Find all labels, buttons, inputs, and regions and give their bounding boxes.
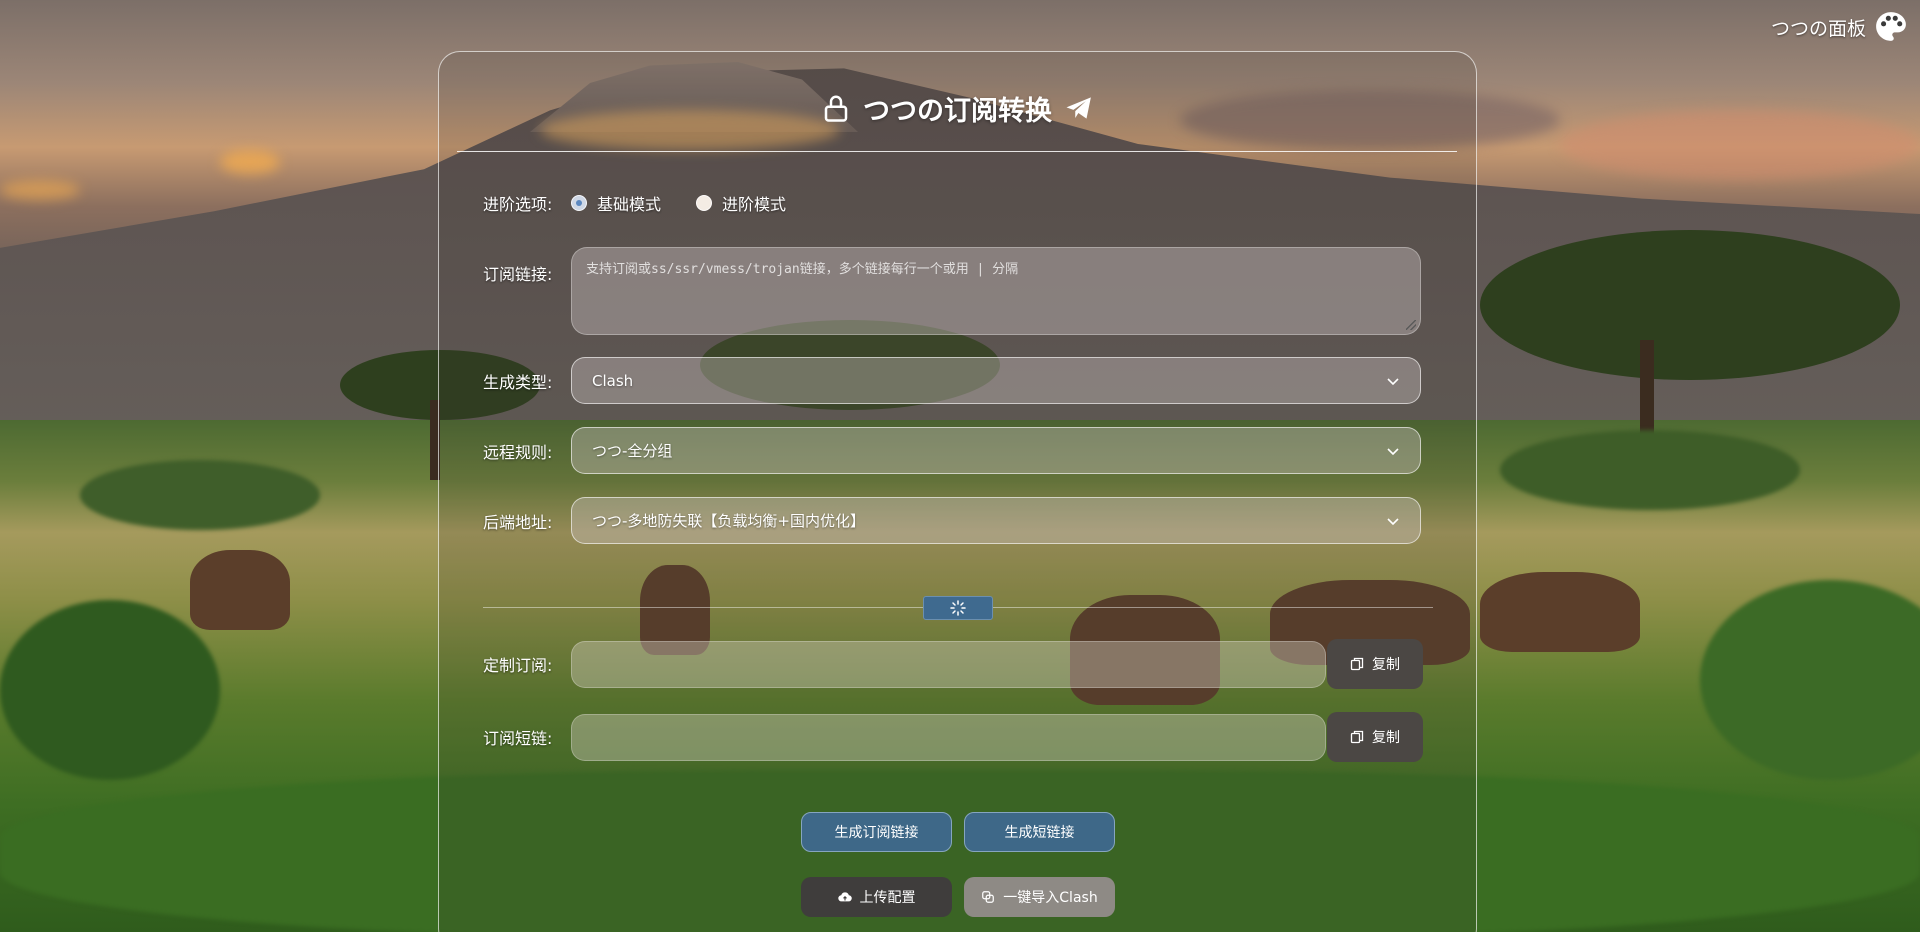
copy-label: 复制: [1372, 730, 1400, 746]
import-clash-label: 一键导入Clash: [1003, 890, 1098, 906]
subscription-label: 订阅链接:: [483, 265, 553, 284]
chevron-down-icon: [1387, 377, 1399, 385]
short-link-output[interactable]: [571, 713, 1326, 761]
upload-config-button[interactable]: 上传配置: [801, 877, 952, 917]
mode-label: 进阶选项:: [483, 195, 553, 214]
header-divider: [457, 151, 1457, 152]
copy-label: 复制: [1372, 657, 1400, 673]
radio-advanced-indicator[interactable]: [696, 195, 713, 211]
telegram-icon[interactable]: [1064, 93, 1094, 123]
target-row: 生成类型: Clash: [483, 357, 1421, 404]
remote-rules-value: つつ-全分组: [592, 442, 673, 460]
chevron-down-icon: [1387, 517, 1399, 525]
brand-link[interactable]: つつの面板: [1771, 10, 1908, 44]
converter-panel: つつの订阅转换 进阶选项: 基础模式 进阶模式 订阅链接: 支持订阅或ss/ss…: [438, 51, 1477, 932]
generate-short-button[interactable]: 生成短链接: [964, 812, 1115, 852]
short-link-row: 订阅短链: 复制: [483, 712, 1423, 762]
short-link-label: 订阅短链:: [483, 729, 553, 748]
chevron-down-icon: [1387, 447, 1399, 455]
upload-config-label: 上传配置: [859, 890, 916, 906]
target-value: Clash: [592, 371, 634, 390]
backend-label: 后端地址:: [483, 512, 553, 532]
subscription-placeholder: 支持订阅或ss/ssr/vmess/trojan链接，多个链接每行一个或用 | …: [586, 262, 1019, 277]
copy-short-link-button[interactable]: 复制: [1327, 712, 1423, 762]
cloud-upload-icon: [837, 892, 852, 902]
radio-basic-label: 基础模式: [597, 195, 662, 214]
backend-value: つつ-多地防失联【负载均衡+国内优化】: [592, 512, 865, 530]
target-label: 生成类型:: [483, 372, 553, 392]
copy-custom-sub-button[interactable]: 复制: [1327, 639, 1423, 689]
custom-sub-output[interactable]: [571, 640, 1326, 688]
backend-row: 后端地址: つつ-多地防失联【负载均衡+国内优化】: [483, 497, 1421, 544]
lock-icon: [824, 95, 848, 122]
generate-short-label: 生成短链接: [1004, 825, 1075, 841]
remote-rules-row: 远程规则: つつ-全分组: [483, 427, 1421, 474]
resize-handle[interactable]: [1406, 320, 1416, 330]
generate-sub-button[interactable]: 生成订阅链接: [801, 812, 952, 852]
loader-icon: [950, 600, 966, 616]
remote-rules-label: 远程规则:: [483, 442, 553, 462]
brand-title: つつの面板: [1770, 17, 1866, 40]
mode-row: 进阶选项: 基础模式 进阶模式: [483, 191, 821, 215]
radio-basic-indicator[interactable]: [571, 195, 587, 211]
subscription-input[interactable]: 支持订阅或ss/ssr/vmess/trojan链接，多个链接每行一个或用 | …: [571, 247, 1421, 335]
page-title: つつの订阅转换: [863, 95, 1052, 127]
radio-advanced-mode[interactable]: 进阶模式: [696, 191, 786, 215]
radio-advanced-label: 进阶模式: [722, 195, 787, 214]
page-header: つつの订阅转换: [439, 88, 1476, 128]
link-icon: [982, 891, 995, 903]
advanced-toggle-button[interactable]: [923, 596, 993, 620]
custom-sub-row: 定制订阅: 复制: [483, 639, 1423, 689]
radio-basic-mode[interactable]: 基础模式: [571, 191, 661, 215]
target-select[interactable]: Clash: [571, 357, 1421, 404]
copy-icon: [1350, 730, 1364, 744]
remote-rules-select[interactable]: つつ-全分组: [571, 427, 1421, 474]
import-clash-button[interactable]: 一键导入Clash: [964, 877, 1115, 917]
generate-sub-label: 生成订阅链接: [834, 825, 919, 841]
custom-sub-label: 定制订阅:: [483, 656, 553, 675]
copy-icon: [1350, 657, 1364, 671]
backend-select[interactable]: つつ-多地防失联【负载均衡+国内优化】: [571, 497, 1421, 544]
palette-icon[interactable]: [1874, 10, 1908, 44]
subscription-row: 订阅链接: 支持订阅或ss/ssr/vmess/trojan链接，多个链接每行一…: [483, 247, 1421, 335]
